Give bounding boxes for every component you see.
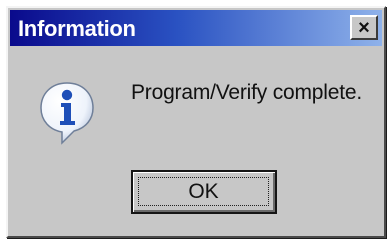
title-bar[interactable]: Information × (10, 10, 382, 46)
ok-button-label: OK (188, 179, 219, 203)
ok-button[interactable]: OK (131, 170, 277, 214)
close-icon: × (358, 16, 370, 39)
information-dialog: Information × Program/Verify complete. O… (6, 6, 386, 238)
focus-rectangle: OK (138, 177, 269, 206)
info-icon (40, 82, 94, 145)
close-button[interactable]: × (350, 15, 378, 40)
dialog-message: Program/Verify complete. (131, 81, 362, 104)
dialog-title: Information (18, 16, 136, 41)
